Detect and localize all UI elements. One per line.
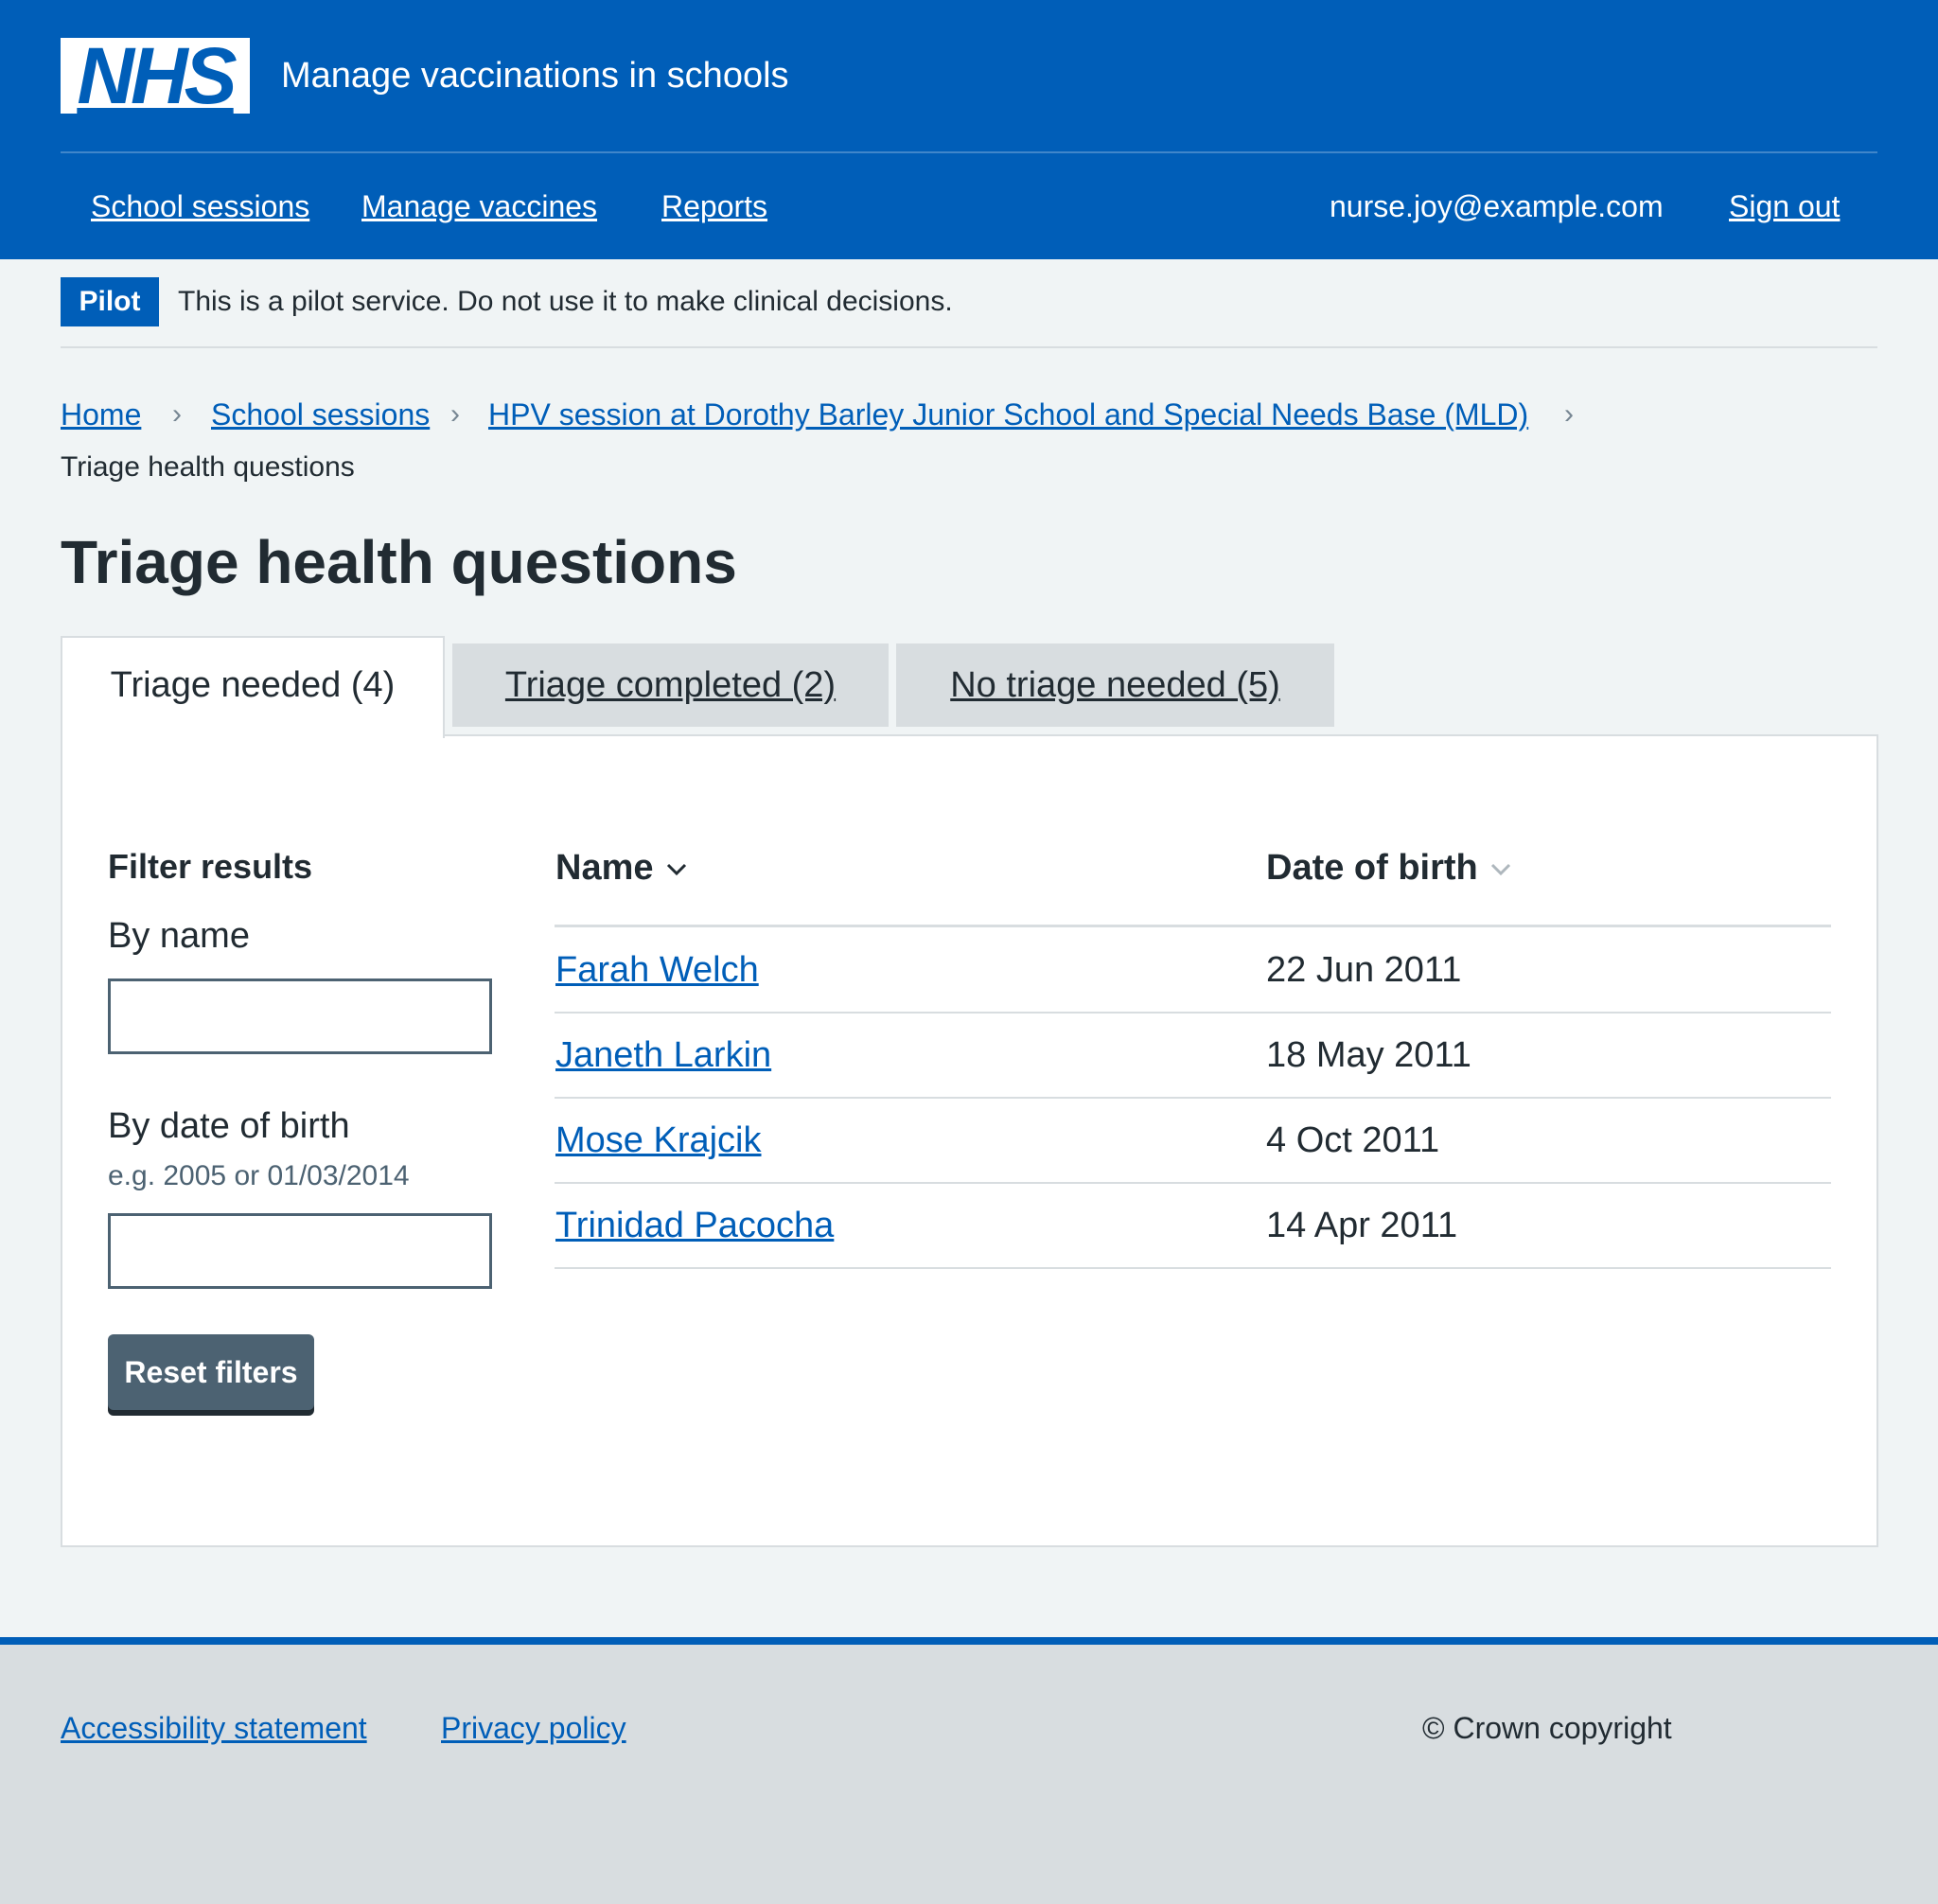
- nav-link-reports[interactable]: Reports: [661, 185, 767, 227]
- chevron-right-icon: ›: [450, 398, 460, 430]
- page-title: Triage health questions: [61, 528, 737, 596]
- filter-dob-input[interactable]: [108, 1213, 492, 1289]
- nhs-logo-text: NHS: [77, 31, 237, 120]
- tab-no-triage-needed[interactable]: No triage needed (5): [896, 643, 1334, 727]
- header-divider: [61, 151, 1877, 153]
- pilot-divider: [61, 346, 1877, 348]
- table-header-divider: [555, 925, 1831, 927]
- sign-out-link[interactable]: Sign out: [1729, 185, 1840, 227]
- breadcrumb-current: Triage health questions: [61, 451, 355, 483]
- breadcrumb-school-sessions[interactable]: School sessions: [211, 394, 430, 435]
- patient-dob: 18 May 2011: [1266, 1035, 1471, 1075]
- row-divider: [555, 1097, 1831, 1099]
- nav-link-manage-vaccines[interactable]: Manage vaccines: [361, 185, 597, 227]
- copyright: © Crown copyright: [1422, 1711, 1672, 1745]
- row-divider: [555, 1182, 1831, 1184]
- patient-dob: 22 Jun 2011: [1266, 950, 1462, 990]
- pilot-message: This is a pilot service. Do not use it t…: [178, 286, 953, 317]
- row-divider: [555, 1267, 1831, 1269]
- filter-name-label: By name: [108, 916, 250, 956]
- row-divider: [555, 1012, 1831, 1014]
- breadcrumb-hpv-session[interactable]: HPV session at Dorothy Barley Junior Sch…: [488, 394, 1528, 435]
- filter-name-input[interactable]: [108, 978, 492, 1054]
- patient-dob: 14 Apr 2011: [1266, 1206, 1458, 1245]
- nav-link-school-sessions[interactable]: School sessions: [91, 185, 309, 227]
- footer-link-accessibility[interactable]: Accessibility statement: [61, 1707, 367, 1749]
- tab-triage-completed-link[interactable]: Triage completed (2): [505, 665, 836, 705]
- column-header-dob[interactable]: Date of birth: [1266, 844, 1512, 891]
- nhs-logo[interactable]: NHS: [61, 31, 250, 120]
- chevron-right-icon: ›: [172, 398, 182, 430]
- column-header-name-label: Name: [555, 848, 654, 888]
- chevron-down-icon: [666, 863, 686, 876]
- reset-filters-button[interactable]: Reset filters: [108, 1334, 314, 1410]
- breadcrumb-home[interactable]: Home: [61, 394, 141, 435]
- footer-link-privacy[interactable]: Privacy policy: [441, 1707, 626, 1749]
- chevron-right-icon: ›: [1564, 398, 1574, 430]
- tab-triage-completed[interactable]: Triage completed (2): [452, 643, 889, 727]
- tab-no-triage-needed-link[interactable]: No triage needed (5): [950, 665, 1280, 705]
- column-header-dob-label: Date of birth: [1266, 848, 1478, 888]
- patient-name-link[interactable]: Trinidad Pacocha: [555, 1202, 834, 1249]
- patient-dob: 4 Oct 2011: [1266, 1120, 1440, 1160]
- filter-dob-hint: e.g. 2005 or 01/03/2014: [108, 1160, 410, 1191]
- patient-name-link[interactable]: Janeth Larkin: [555, 1031, 771, 1079]
- account-email: nurse.joy@example.com: [1330, 189, 1664, 223]
- chevron-down-icon: [1490, 863, 1510, 876]
- column-header-name[interactable]: Name: [555, 844, 688, 891]
- filter-dob-label: By date of birth: [108, 1106, 350, 1146]
- filter-title: Filter results: [108, 847, 313, 886]
- tab-triage-needed[interactable]: Triage needed (4): [61, 636, 445, 738]
- service-name[interactable]: Manage vaccinations in schools: [281, 49, 789, 102]
- site-footer: [0, 1637, 1938, 1904]
- pilot-tag: Pilot: [61, 277, 159, 326]
- patient-name-link[interactable]: Mose Krajcik: [555, 1117, 762, 1164]
- patient-name-link[interactable]: Farah Welch: [555, 946, 759, 994]
